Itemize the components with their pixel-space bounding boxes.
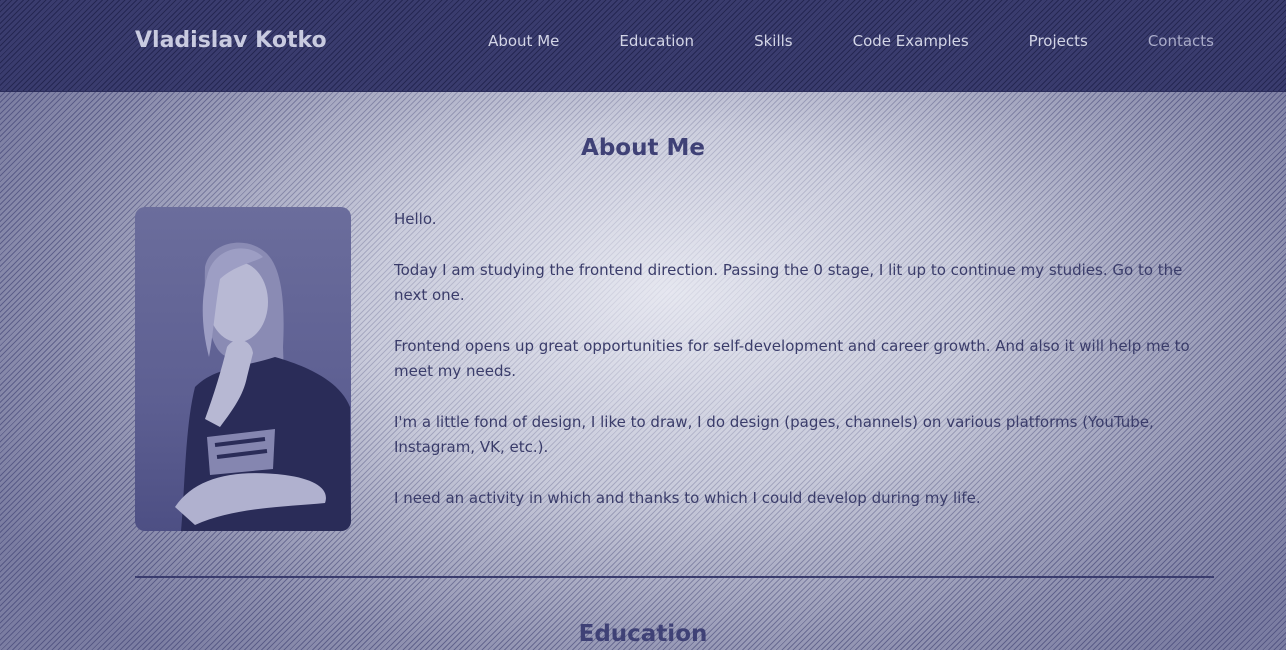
about-paragraph: I'm a little fond of design, I like to d…: [394, 413, 1154, 456]
nav-code-examples[interactable]: Code Examples: [853, 32, 969, 50]
about-paragraph: Frontend opens up great opportunities fo…: [394, 337, 1190, 380]
nav-projects[interactable]: Projects: [1029, 32, 1088, 50]
nav-skills[interactable]: Skills: [754, 32, 793, 50]
nav-education[interactable]: Education: [619, 32, 694, 50]
site-logo[interactable]: Vladislav Kotko: [135, 28, 327, 53]
nav-contacts[interactable]: Contacts: [1148, 32, 1214, 50]
main-nav: About Me Education Skills Code Examples …: [428, 32, 1214, 50]
site-header: Vladislav Kotko About Me Education Skill…: [0, 0, 1286, 92]
about-paragraph: I need an activity in which and thanks t…: [394, 489, 981, 507]
about-section-title: About Me: [581, 135, 705, 161]
about-paragraph: Today I am studying the frontend directi…: [394, 261, 1183, 304]
about-paragraph: Hello.: [394, 210, 437, 228]
education-section-title: Education: [578, 621, 708, 647]
profile-photo: [135, 207, 351, 531]
about-text: Hello. Today I am studying the frontend …: [394, 207, 1204, 537]
nav-about-me[interactable]: About Me: [488, 32, 559, 50]
section-divider: [135, 576, 1214, 578]
